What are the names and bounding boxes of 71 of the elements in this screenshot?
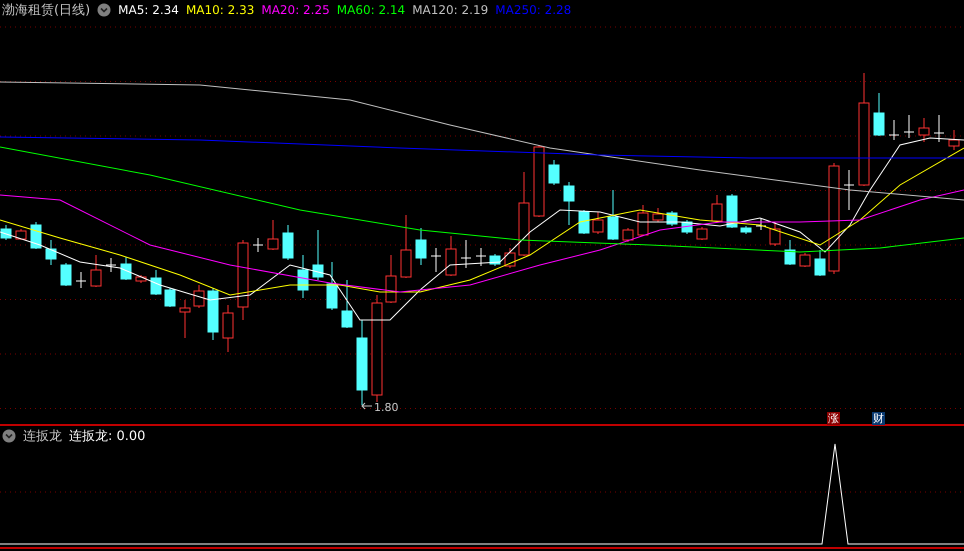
candlestick [282, 224, 294, 260]
candlestick [164, 288, 176, 308]
candlestick [76, 272, 86, 288]
candlestick [770, 222, 780, 246]
candlestick [712, 194, 722, 222]
ma-value: MA60: 2.14 [336, 3, 406, 17]
candlestick [312, 230, 324, 280]
candlestick [638, 204, 648, 236]
candlestick [106, 258, 116, 272]
ma-value: MA5: 2.34 [118, 3, 179, 17]
candlestick [416, 228, 426, 266]
candlestick [476, 248, 486, 266]
dropdown-icon[interactable] [2, 429, 16, 443]
candlestick [652, 208, 664, 222]
candlestick [490, 254, 500, 266]
candlestick [16, 228, 26, 240]
ma-value: MA120: 2.19 [412, 3, 488, 17]
candlestick [342, 280, 352, 328]
candlestick [934, 114, 944, 142]
arrow-icon [361, 402, 372, 410]
candlestick [844, 170, 854, 210]
candlestick [726, 194, 738, 228]
signal-badge: 涨 [827, 412, 840, 425]
indicator-value: 连扳龙: 0.00 [69, 428, 146, 445]
candlestick [0, 224, 12, 240]
candlestick [298, 254, 308, 298]
candlestick [400, 214, 412, 278]
ma-value: MA10: 2.33 [186, 3, 254, 17]
candlestick [326, 262, 338, 310]
candlestick [252, 238, 264, 252]
candlestick [90, 254, 102, 288]
candlestick [740, 226, 752, 234]
candlestick [948, 130, 960, 150]
candlestick [814, 250, 826, 276]
low-price-label: 1.80 [374, 401, 398, 414]
candlestick [888, 120, 900, 140]
candlestick [504, 248, 516, 268]
candlestick [46, 240, 56, 266]
candlestick [784, 240, 796, 266]
candlestick [30, 222, 42, 250]
candlestick [222, 304, 234, 352]
dropdown-icon[interactable] [97, 3, 112, 17]
candlestick [696, 226, 708, 240]
candlestick [904, 114, 914, 138]
candlestick [608, 190, 618, 240]
ma-value: MA20: 2.25 [261, 3, 330, 17]
ma-value: MA250: 2.28 [495, 3, 572, 17]
candlestick [548, 160, 560, 186]
indicator-name: 连扳龙 [23, 428, 62, 445]
candlestick [386, 254, 396, 304]
candlestick [208, 288, 218, 340]
candlestick [564, 182, 574, 226]
candlestick [150, 270, 162, 296]
candlestick [800, 252, 810, 268]
candlestick [918, 118, 930, 142]
candlestick [592, 212, 604, 234]
candlestick [180, 300, 190, 338]
candlestick [874, 92, 884, 136]
candlestick [446, 236, 456, 276]
candlestick [268, 220, 278, 250]
candlestick [136, 274, 146, 284]
candlestick [430, 248, 442, 272]
candlestick [60, 262, 72, 286]
stock-title: 渤海租赁(日线) [2, 2, 90, 19]
candlestick [120, 256, 132, 280]
candlestick [194, 284, 204, 308]
candlestick [756, 218, 766, 230]
candlestick [578, 210, 590, 234]
candlestick [460, 240, 472, 268]
candlestick [622, 228, 634, 242]
signal-badge: 财 [872, 412, 885, 425]
